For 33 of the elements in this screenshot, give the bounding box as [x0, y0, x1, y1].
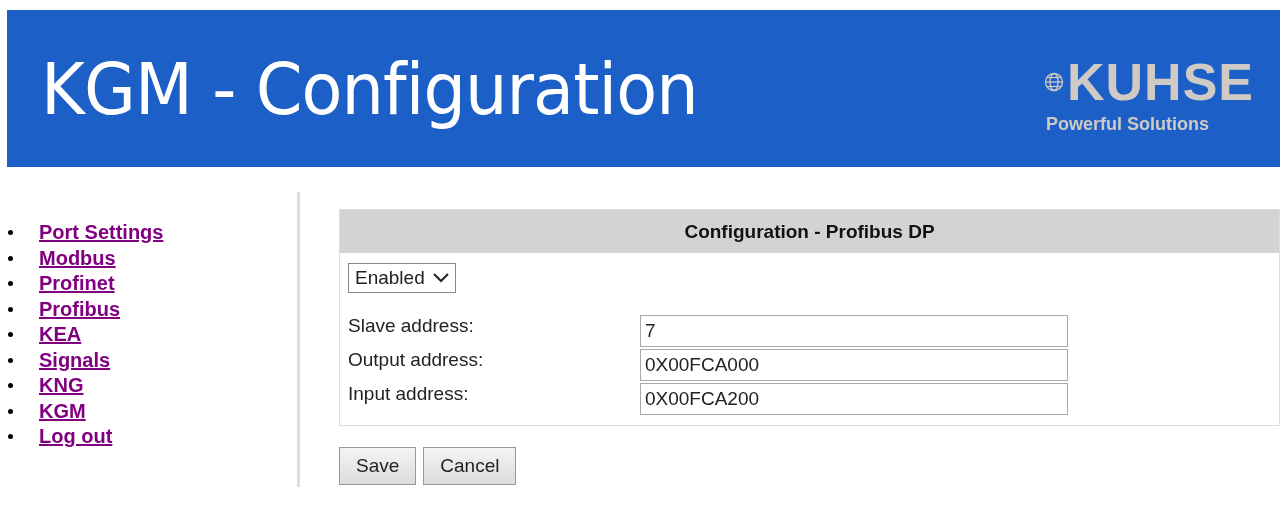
- globe-icon: [1043, 72, 1064, 92]
- nav-link[interactable]: KGM: [39, 399, 86, 423]
- action-button[interactable]: Save: [339, 447, 417, 485]
- nav-link[interactable]: Modbus: [39, 246, 116, 270]
- input-field[interactable]: 0X00FCA000: [640, 349, 1068, 381]
- panel-title: Configuration - Profibus DP: [684, 220, 935, 243]
- bullet-icon: [8, 306, 13, 312]
- nav-link[interactable]: KEA: [39, 323, 82, 347]
- field-label: Slave address:: [348, 315, 475, 337]
- chevron-down-icon: [432, 273, 449, 283]
- bullet-icon: [8, 408, 13, 414]
- bullet-icon: [8, 357, 13, 363]
- input-field[interactable]: 7: [640, 315, 1068, 347]
- page-title: KGM - Configuration: [41, 46, 698, 131]
- nav-link[interactable]: KNG: [39, 374, 84, 398]
- nav-link[interactable]: Signals: [39, 348, 111, 372]
- logo-tagline: Powerful Solutions: [1045, 114, 1209, 135]
- bullet-icon: [8, 281, 13, 287]
- bullet-icon: [8, 383, 13, 389]
- nav-link[interactable]: Profibus: [39, 297, 121, 321]
- bullet-icon: [8, 434, 13, 440]
- bullet-icon: [8, 255, 13, 261]
- mode-dropdown[interactable]: Enabled: [348, 263, 456, 293]
- bullet-icon: [8, 332, 13, 338]
- field-label: Input address:: [348, 383, 470, 405]
- nav-link[interactable]: Log out: [39, 425, 113, 449]
- input-field[interactable]: 0X00FCA200: [640, 383, 1068, 415]
- action-button[interactable]: Cancel: [423, 447, 517, 485]
- nav-link[interactable]: Profinet: [39, 272, 115, 296]
- logo-wordmark: KUHSE: [1066, 54, 1254, 110]
- field-label: Output address:: [348, 349, 485, 371]
- bullet-icon: [8, 230, 13, 236]
- nav-link[interactable]: Port Settings: [39, 221, 164, 245]
